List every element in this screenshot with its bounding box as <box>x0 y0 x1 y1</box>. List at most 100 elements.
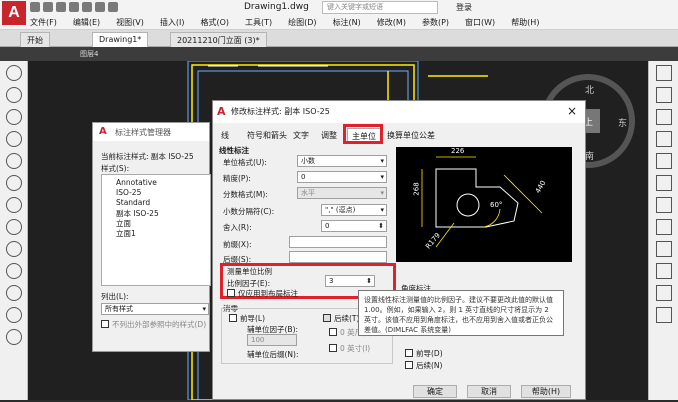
round-input[interactable]: 0 ⬍ <box>321 220 387 232</box>
sub-unit-factor-input[interactable]: 100 <box>247 334 297 346</box>
menu-item[interactable]: 参数(P) <box>422 17 449 28</box>
array-icon[interactable] <box>655 153 672 169</box>
round-value: 0 <box>325 222 330 230</box>
ellipse-icon[interactable] <box>5 219 22 235</box>
table-icon[interactable] <box>5 307 22 323</box>
help-button[interactable]: 帮助(H) <box>521 385 571 398</box>
angular-leading-label: 前导(D) <box>416 349 443 358</box>
tab-symbols-arrows[interactable]: 符号和箭头 <box>243 128 291 143</box>
ok-button[interactable]: 确定 <box>413 385 457 398</box>
exclude-xref-checkbox[interactable] <box>101 320 109 328</box>
list-select[interactable]: 所有样式 ▾ <box>101 303 209 315</box>
trailing-checkbox[interactable] <box>323 314 331 322</box>
sub-unit-factor-value: 100 <box>251 336 265 344</box>
search-input[interactable]: 键入关键字或短语 <box>322 1 438 14</box>
menu-item[interactable]: 插入(I) <box>160 17 185 28</box>
precision-label: 精度(P): <box>223 174 251 183</box>
point-icon[interactable] <box>5 285 22 301</box>
unit-format-label: 单位格式(U): <box>223 158 267 167</box>
prefix-input[interactable] <box>289 236 387 248</box>
list-label: 列出(L): <box>101 292 129 301</box>
offset-icon[interactable] <box>655 131 672 147</box>
style-item[interactable]: ISO-25 <box>116 188 141 197</box>
saveas-icon[interactable] <box>69 2 79 12</box>
angular-leading-checkbox[interactable] <box>405 349 413 357</box>
tab-fit[interactable]: 调整 <box>317 128 341 143</box>
tab-text[interactable]: 文字 <box>289 128 313 143</box>
suffix-input[interactable] <box>289 251 387 263</box>
explode-icon[interactable] <box>655 307 672 323</box>
polygon-icon[interactable] <box>5 175 22 191</box>
save-icon[interactable] <box>56 2 66 12</box>
menu-item[interactable]: 编辑(E) <box>73 17 100 28</box>
style-item[interactable]: 立面1 <box>116 228 136 239</box>
menu-item[interactable]: 视图(V) <box>116 17 144 28</box>
styles-list[interactable]: Annotative ISO-25 Standard 副本 ISO-25 立面 … <box>101 174 211 286</box>
hatch-icon[interactable] <box>5 241 22 257</box>
decimal-separator-select[interactable]: "," (逗点) ▾ <box>321 204 387 216</box>
plot-icon[interactable] <box>82 2 92 12</box>
login-button[interactable]: 登录 <box>456 2 472 13</box>
cancel-button[interactable]: 取消 <box>467 385 511 398</box>
scale-icon[interactable] <box>655 219 672 235</box>
menu-item[interactable]: 修改(M) <box>377 17 406 28</box>
copy-icon[interactable] <box>655 87 672 103</box>
block-icon[interactable] <box>5 263 22 279</box>
tab-tolerances[interactable]: 公差 <box>415 128 439 143</box>
fraction-format-label: 分数格式(M): <box>223 190 268 199</box>
style-item[interactable]: Annotative <box>116 178 157 187</box>
extend-icon[interactable] <box>655 285 672 301</box>
menu-item[interactable]: 工具(T) <box>245 17 272 28</box>
undo-icon[interactable] <box>95 2 105 12</box>
list-select-value: 所有样式 <box>105 305 133 313</box>
tab-start[interactable]: 开始 <box>20 32 50 47</box>
modify-toolbar <box>648 61 678 400</box>
feet-checkbox[interactable] <box>329 328 337 336</box>
layout-only-checkbox[interactable] <box>227 289 235 297</box>
leading-checkbox[interactable] <box>229 314 237 322</box>
stretch-icon[interactable] <box>655 241 672 257</box>
trim-icon[interactable] <box>655 263 672 279</box>
rectangle-icon[interactable] <box>5 153 22 169</box>
tab-lines[interactable]: 线 <box>217 128 233 143</box>
open-icon[interactable] <box>43 2 53 12</box>
unit-format-select[interactable]: 小数 ▾ <box>297 155 387 167</box>
inches-label: 0 英寸(I) <box>340 344 371 353</box>
spline-icon[interactable] <box>5 197 22 213</box>
menu-item[interactable]: 文件(F) <box>30 17 57 28</box>
fraction-format-select[interactable]: 水平 ▾ <box>297 187 387 199</box>
menu-item[interactable]: 标注(N) <box>333 17 361 28</box>
erase-icon[interactable] <box>655 65 672 81</box>
precision-select[interactable]: 0 ▾ <box>297 171 387 183</box>
primary-units-tab-highlight <box>343 124 383 144</box>
close-icon[interactable]: × <box>567 104 577 118</box>
draw-toolbar <box>0 61 28 400</box>
polyline-icon[interactable] <box>5 87 22 103</box>
new-icon[interactable] <box>30 2 40 12</box>
move-icon[interactable] <box>655 175 672 191</box>
scale-factor-input[interactable]: 3 ⬍ <box>325 275 375 287</box>
scale-factor-value: 3 <box>329 277 334 285</box>
layer-label[interactable]: 图层4 <box>80 49 98 59</box>
circle-icon[interactable] <box>5 109 22 125</box>
redo-icon[interactable] <box>108 2 118 12</box>
tab-door-elevation[interactable]: 20211210门立面 (3)* <box>170 32 267 47</box>
menu-item[interactable]: 格式(O) <box>200 17 229 28</box>
tab-drawing1[interactable]: Drawing1* <box>92 32 149 47</box>
chevron-down-icon: ▾ <box>380 206 384 214</box>
arc-icon[interactable] <box>5 131 22 147</box>
spinner-icon[interactable]: ⬍ <box>366 276 372 286</box>
line-icon[interactable] <box>5 65 22 81</box>
style-item[interactable]: Standard <box>116 198 150 207</box>
leading-label: 前导(L) <box>240 314 266 323</box>
rotate-icon[interactable] <box>655 197 672 213</box>
app-logo[interactable]: A <box>2 1 26 25</box>
spinner-icon[interactable]: ⬍ <box>378 221 384 231</box>
mirror-icon[interactable] <box>655 109 672 125</box>
inches-checkbox[interactable] <box>329 344 337 352</box>
text-icon[interactable] <box>5 329 22 345</box>
menu-item[interactable]: 帮助(H) <box>511 17 539 28</box>
angular-trailing-checkbox[interactable] <box>405 361 413 369</box>
menu-item[interactable]: 窗口(W) <box>465 17 495 28</box>
menu-item[interactable]: 绘图(D) <box>288 17 316 28</box>
